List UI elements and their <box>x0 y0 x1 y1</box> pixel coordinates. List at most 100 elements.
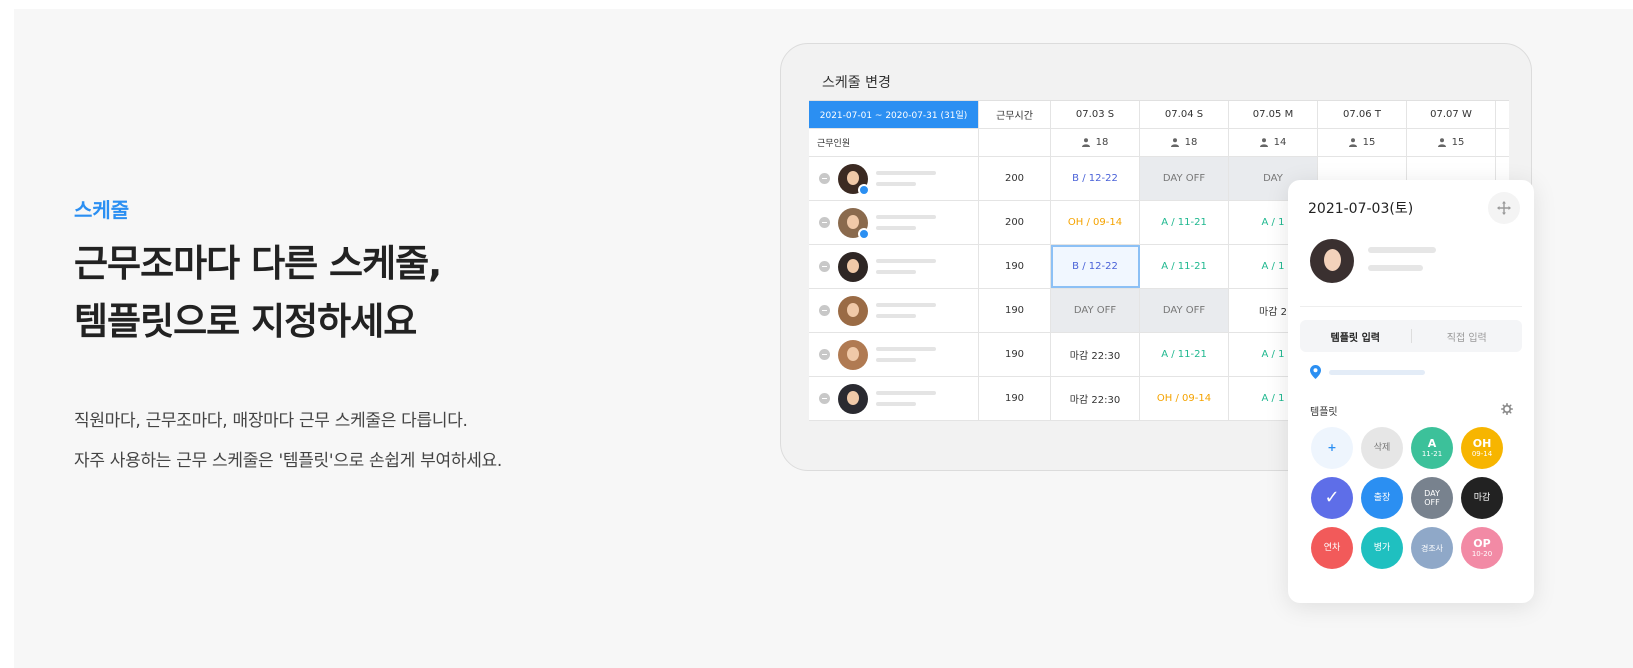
schedule-cell[interactable]: A / 11-21 <box>1140 333 1229 376</box>
section-description: 직원마다, 근무조마다, 매장마다 근무 스케줄은 다릅니다. 자주 사용하는 … <box>74 401 502 481</box>
person-icon <box>1348 138 1357 147</box>
remove-employee-icon[interactable] <box>819 349 830 360</box>
tab-direct-input[interactable]: 직접 입력 <box>1412 329 1523 344</box>
template-chip-annual-leave[interactable]: 연차 <box>1311 527 1353 569</box>
remove-employee-icon[interactable] <box>819 305 830 316</box>
chip-label: 출장 <box>1373 492 1391 503</box>
headline-line-2: 템플릿으로 지정하세요 <box>74 300 417 343</box>
move-icon[interactable] <box>1488 192 1520 224</box>
schedule-cell-selected[interactable]: B / 12-22 <box>1051 245 1140 288</box>
remove-employee-icon[interactable] <box>819 393 830 404</box>
avatar <box>838 163 870 196</box>
template-chip-sick-leave[interactable]: 병가 <box>1361 527 1403 569</box>
chip-label: + <box>1327 441 1337 454</box>
hours-column-header: 근무시간 <box>979 101 1051 128</box>
divider <box>1300 306 1522 307</box>
tab-template-input[interactable]: 템플릿 입력 <box>1300 329 1411 344</box>
grid-header-row: 2021-07-01 ~ 2020-07-31 (31일) 근무시간 07.03… <box>809 101 1509 129</box>
template-label: 템플릿 <box>1310 407 1338 418</box>
staff-count-value: 14 <box>1273 137 1287 148</box>
employee-cell <box>809 333 979 376</box>
avatar <box>838 339 868 370</box>
name-placeholder <box>876 391 936 406</box>
schedule-edit-popup: 2021-07-03(토) 템플릿 입력 직접 입력 템플릿 + 삭제 A 11… <box>1288 180 1534 603</box>
badge-icon <box>858 227 870 240</box>
schedule-cell[interactable]: DAY OFF <box>1140 289 1229 332</box>
description-line-2: 자주 사용하는 근무 스케줄은 '템플릿'으로 손쉽게 부여하세요. <box>74 451 502 471</box>
date-header: 07.06 T <box>1318 101 1407 128</box>
remove-employee-icon[interactable] <box>819 217 830 228</box>
chip-label: OH <box>1472 436 1492 450</box>
staff-count: 15 <box>1318 129 1407 156</box>
section-eyebrow: 스케줄 <box>74 198 130 222</box>
employee-cell <box>809 377 979 420</box>
work-hours: 190 <box>979 333 1051 376</box>
chip-sublabel: 09-14 <box>1471 449 1493 458</box>
chip-label: 병가 <box>1373 542 1391 553</box>
schedule-cell[interactable]: 마감 22:30 <box>1051 333 1140 376</box>
location-placeholder <box>1329 369 1425 375</box>
schedule-cell[interactable]: B / 12-22 <box>1051 157 1140 200</box>
employee-cell <box>809 201 979 244</box>
template-chip-business-trip[interactable]: 출장 <box>1361 477 1403 519</box>
template-chips: + 삭제 A 11-21 OH 09-14 ✓ 출장 DAY OFF 마감 연차 병가… <box>1311 427 1511 569</box>
template-chip-day-off[interactable]: DAY OFF <box>1411 477 1453 519</box>
date-header: 07.03 S <box>1051 101 1140 128</box>
chip-label: 마감 <box>1473 492 1491 503</box>
template-chip-check[interactable]: ✓ <box>1311 477 1353 519</box>
employee-cell <box>809 289 979 332</box>
chip-label: 연차 <box>1323 542 1341 553</box>
avatar <box>838 251 868 282</box>
template-chip-delete[interactable]: 삭제 <box>1361 427 1403 469</box>
grid-edge <box>1496 101 1509 128</box>
work-hours: 190 <box>979 245 1051 288</box>
template-chip-family-event[interactable]: 경조사 <box>1411 527 1453 569</box>
work-hours: 200 <box>979 157 1051 200</box>
schedule-cell[interactable]: DAY OFF <box>1140 157 1229 200</box>
schedule-cell[interactable]: DAY OFF <box>1051 289 1140 332</box>
work-hours: 190 <box>979 377 1051 420</box>
chip-label: DAY <box>1424 489 1440 498</box>
description-line-1: 직원마다, 근무조마다, 매장마다 근무 스케줄은 다릅니다. <box>74 411 468 431</box>
check-icon: ✓ <box>1324 487 1340 508</box>
staff-count-value: 15 <box>1451 137 1465 148</box>
chip-label: OP <box>1473 536 1491 550</box>
template-chip-closing[interactable]: 마감 <box>1461 477 1503 519</box>
schedule-cell[interactable]: 마감 22:30 <box>1051 377 1140 420</box>
work-hours: 200 <box>979 201 1051 244</box>
staff-count-value: 18 <box>1095 137 1109 148</box>
template-chip-op[interactable]: OP 10-20 <box>1461 527 1503 569</box>
schedule-cell[interactable]: OH / 09-14 <box>1051 201 1140 244</box>
headline-line-1: 근무조마다 다른 스케줄, <box>74 242 442 285</box>
popup-date: 2021-07-03(토) <box>1308 201 1414 217</box>
avatar <box>838 207 870 240</box>
schedule-cell[interactable]: A / 11-21 <box>1140 245 1229 288</box>
chip-label: A <box>1427 436 1437 450</box>
remove-employee-icon[interactable] <box>819 261 830 272</box>
avatar <box>838 383 868 414</box>
date-header: 07.07 W <box>1407 101 1496 128</box>
schedule-cell[interactable]: OH / 09-14 <box>1140 377 1229 420</box>
location-field[interactable] <box>1310 365 1425 379</box>
template-chip-oh[interactable]: OH 09-14 <box>1461 427 1503 469</box>
name-placeholder <box>876 171 936 186</box>
template-chip-a[interactable]: A 11-21 <box>1411 427 1453 469</box>
location-pin-icon <box>1310 365 1321 379</box>
empty-cell <box>979 129 1051 156</box>
chip-label: 삭제 <box>1373 442 1391 453</box>
chip-sublabel: 11-21 <box>1421 449 1443 458</box>
staff-count-value: 15 <box>1362 137 1376 148</box>
date-range-selector[interactable]: 2021-07-01 ~ 2020-07-31 (31일) <box>809 101 979 128</box>
avatar <box>838 295 868 326</box>
settings-gear-icon <box>1501 403 1513 415</box>
staff-count-row: 근무인원 18 18 14 15 15 <box>809 129 1509 157</box>
add-template-button[interactable]: + <box>1311 427 1353 469</box>
gear-icon[interactable] <box>1500 402 1514 416</box>
remove-employee-icon[interactable] <box>819 173 830 184</box>
chip-sublabel: 10-20 <box>1471 549 1493 558</box>
move-arrows-icon <box>1497 201 1511 215</box>
schedule-cell[interactable]: A / 11-21 <box>1140 201 1229 244</box>
staff-count-label: 근무인원 <box>809 129 979 156</box>
name-placeholder <box>876 303 936 318</box>
name-placeholder <box>876 215 936 230</box>
